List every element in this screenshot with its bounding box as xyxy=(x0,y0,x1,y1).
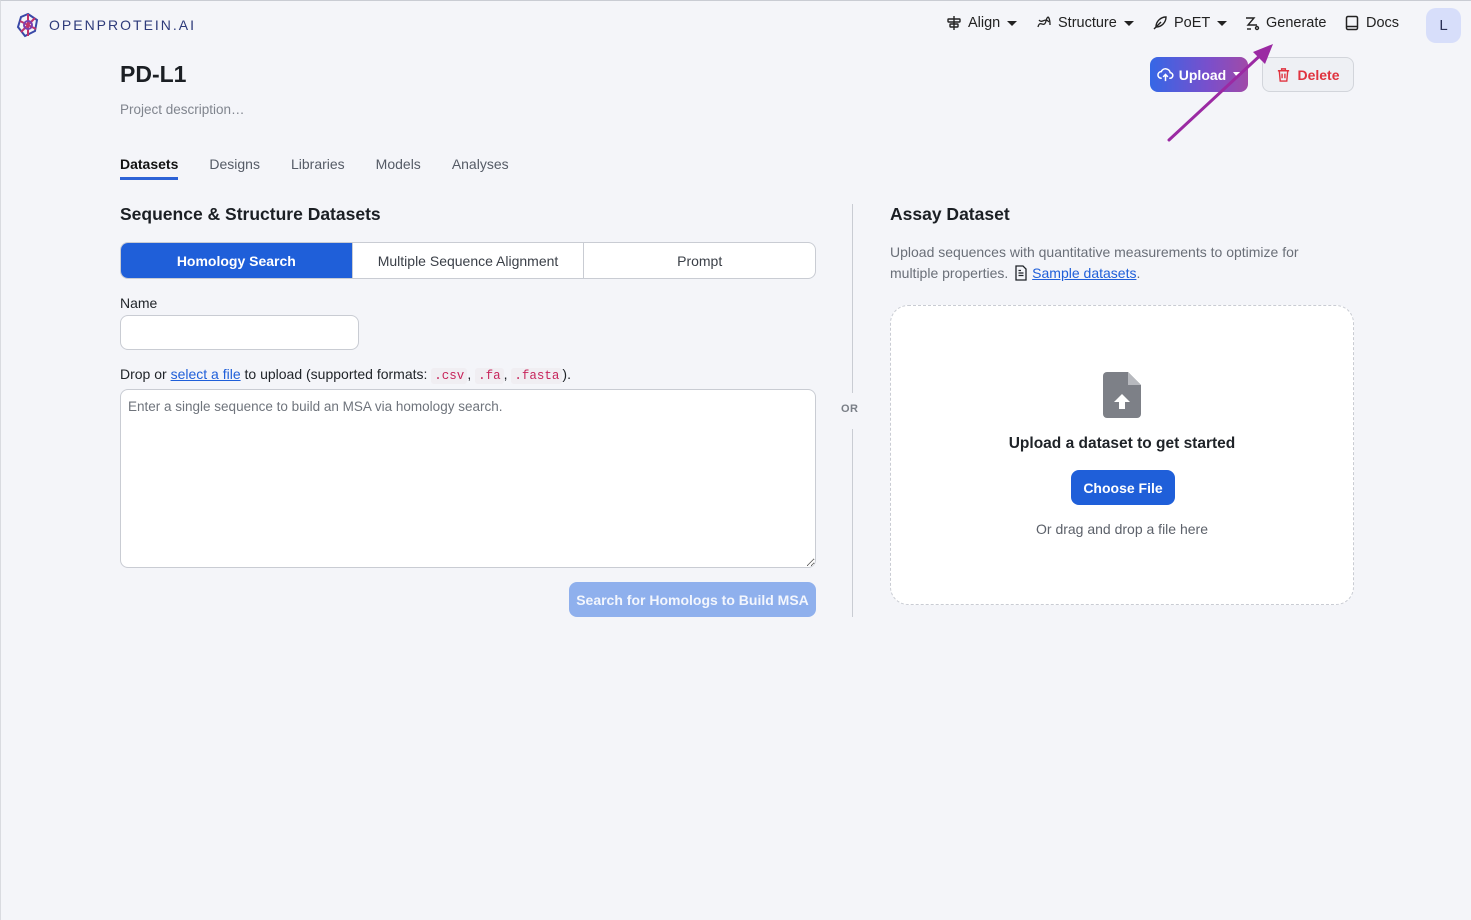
sequence-input[interactable] xyxy=(120,389,816,568)
sample-datasets-link[interactable]: Sample datasets xyxy=(1032,265,1136,281)
sample-suffix: . xyxy=(1136,265,1141,281)
nav-align-label: Align xyxy=(968,15,1001,31)
mode-multiple-sequence-alignment[interactable]: Multiple Sequence Alignment xyxy=(353,243,585,278)
divider-bottom xyxy=(852,429,853,617)
assay-section-title: Assay Dataset xyxy=(890,204,1010,224)
chevron-down-icon xyxy=(1007,20,1018,26)
chevron-down-icon xyxy=(1123,20,1134,26)
name-label: Name xyxy=(120,295,158,311)
select-file-link[interactable]: select a file xyxy=(171,366,241,382)
dropzone-title: Upload a dataset to get started xyxy=(1008,435,1236,452)
page-title: PD-L1 xyxy=(120,61,187,87)
brand-name: OPENPROTEIN.AI xyxy=(49,17,197,33)
openprotein-logo-icon xyxy=(16,12,39,38)
assay-dropzone[interactable]: Upload a dataset to get started Choose F… xyxy=(890,305,1354,605)
tab-models[interactable]: Models xyxy=(376,156,421,180)
mode-homology-search[interactable]: Homology Search xyxy=(121,243,353,278)
nav-structure-label: Structure xyxy=(1058,15,1117,31)
choose-file-button[interactable]: Choose File xyxy=(1071,470,1175,505)
tab-libraries[interactable]: Libraries xyxy=(291,156,345,180)
format-fasta: .fasta xyxy=(511,368,563,384)
tab-datasets[interactable]: Datasets xyxy=(120,156,179,180)
nav-poet[interactable]: PoET xyxy=(1152,15,1228,31)
mode-selector: Homology Search Multiple Sequence Alignm… xyxy=(120,242,816,279)
nav-docs[interactable]: Docs xyxy=(1344,15,1399,31)
drop-prefix: Drop or xyxy=(120,366,171,382)
annotation-arrow-icon xyxy=(1167,44,1273,142)
drop-suffix: ). xyxy=(562,366,571,382)
assay-description: Upload sequences with quantitative measu… xyxy=(890,242,1330,284)
mode-prompt[interactable]: Prompt xyxy=(584,243,815,278)
nav-poet-label: PoET xyxy=(1174,15,1211,31)
sequence-section-title: Sequence & Structure Datasets xyxy=(120,204,381,224)
dropzone-subtitle: Or drag and drop a file here xyxy=(1036,521,1208,537)
nav-align[interactable]: Align xyxy=(946,15,1018,31)
generate-icon xyxy=(1246,17,1260,31)
document-icon xyxy=(1015,265,1027,281)
book-icon xyxy=(1345,15,1359,31)
divider-top xyxy=(852,204,853,393)
file-upload-icon xyxy=(1103,372,1141,418)
drop-middle: to upload (supported formats: xyxy=(240,366,432,382)
delete-button-label: Delete xyxy=(1297,66,1340,83)
tab-analyses[interactable]: Analyses xyxy=(452,156,509,180)
file-drop-instructions: Drop or select a file to upload (support… xyxy=(120,366,571,384)
name-field[interactable] xyxy=(120,315,359,350)
tab-designs[interactable]: Designs xyxy=(209,156,260,180)
chevron-down-icon xyxy=(1217,20,1228,26)
project-tabs: Datasets Designs Libraries Models Analys… xyxy=(120,156,540,180)
nav-generate-label: Generate xyxy=(1266,15,1327,31)
nav-structure[interactable]: Structure xyxy=(1036,15,1134,31)
or-label: OR xyxy=(841,403,859,415)
project-description[interactable]: Project description… xyxy=(120,102,245,117)
feather-pen-icon xyxy=(1153,16,1167,30)
align-icon xyxy=(947,16,961,30)
format-csv: .csv xyxy=(431,368,468,384)
brand[interactable]: OPENPROTEIN.AI xyxy=(15,12,196,38)
structure-icon xyxy=(1037,16,1051,28)
avatar[interactable]: L xyxy=(1426,8,1461,43)
format-fa: .fa xyxy=(475,368,504,384)
search-homologs-button[interactable]: Search for Homologs to Build MSA xyxy=(569,582,816,617)
nav-generate[interactable]: Generate xyxy=(1244,15,1326,31)
nav-docs-label: Docs xyxy=(1366,15,1400,31)
